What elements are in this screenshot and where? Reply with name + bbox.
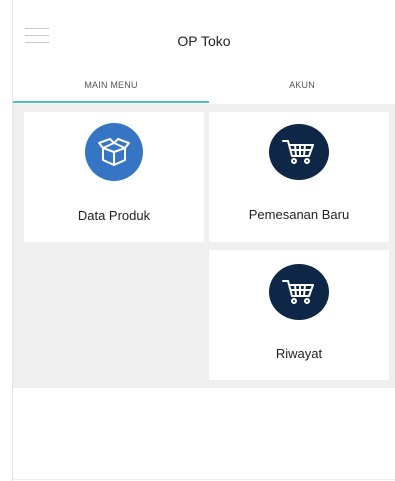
menu-card-label: Data Produk bbox=[77, 208, 151, 223]
cart-icon bbox=[269, 124, 329, 180]
bottom-divider bbox=[13, 479, 395, 480]
tab-akun[interactable]: AKUN bbox=[209, 80, 395, 104]
menu-card-label: Riwayat bbox=[275, 346, 323, 361]
menu-grid: Data Produk Pemesanan Baru Riwayat bbox=[13, 104, 395, 388]
menu-card-pemesanan-baru[interactable]: Pemesanan Baru bbox=[209, 112, 389, 242]
cart-icon bbox=[269, 264, 329, 320]
tab-bar: MAIN MENU AKUN bbox=[13, 70, 395, 104]
app-title: OP Toko bbox=[177, 33, 231, 49]
hamburger-line bbox=[25, 28, 49, 29]
active-tab-indicator bbox=[13, 101, 209, 103]
menu-card-riwayat[interactable]: Riwayat bbox=[209, 250, 389, 380]
menu-card-label: Pemesanan Baru bbox=[248, 207, 350, 222]
menu-card-data-produk[interactable]: Data Produk bbox=[24, 112, 204, 242]
box-icon bbox=[85, 123, 143, 181]
